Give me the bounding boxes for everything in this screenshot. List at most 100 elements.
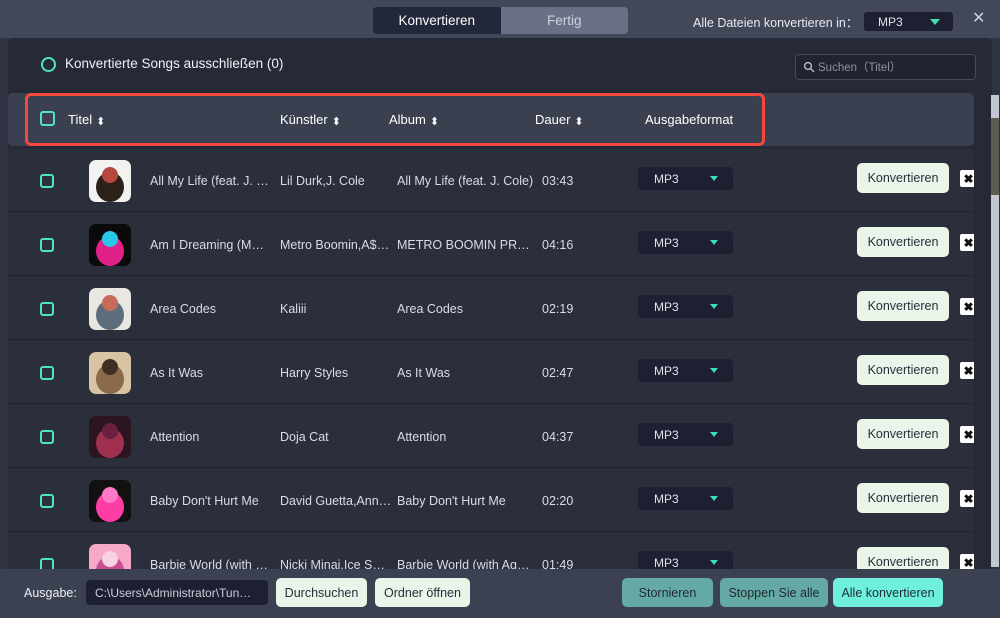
album-art <box>89 288 131 330</box>
cell-title: Barbie World (with … <box>150 558 275 569</box>
row-format-value: MP3 <box>654 492 679 506</box>
cell-album: Area Codes <box>397 302 537 316</box>
row-convert-button[interactable]: Konvertieren <box>857 483 949 513</box>
view-tabs[interactable]: Konvertieren Fertig <box>373 7 628 34</box>
output-path-value: C:\Users\Administrator\Tun… <box>95 586 251 600</box>
cell-title: Area Codes <box>150 302 275 316</box>
row-convert-button[interactable]: Konvertieren <box>857 355 949 385</box>
row-convert-button[interactable]: Konvertieren <box>857 291 949 321</box>
row-format-value: MP3 <box>654 364 679 378</box>
row-format-value: MP3 <box>654 300 679 314</box>
row-format-select[interactable]: MP3 <box>638 167 733 190</box>
cell-artist: Metro Boomin,A$… <box>280 238 390 252</box>
row-format-value: MP3 <box>654 172 679 186</box>
table-row[interactable]: As It WasHarry StylesAs It Was02:47MP3Ko… <box>8 341 974 405</box>
stop-all-button[interactable]: Stoppen Sie alle <box>720 578 828 607</box>
output-path-field[interactable]: C:\Users\Administrator\Tun… <box>86 580 268 605</box>
cell-album: All My Life (feat. J. Cole) <box>397 174 537 188</box>
output-label: Ausgabe: <box>24 586 77 600</box>
chevron-down-icon <box>710 560 718 565</box>
global-format-select[interactable]: MP3 <box>864 12 953 31</box>
cell-album: Barbie World (with Aq… <box>397 558 537 569</box>
close-icon[interactable]: ✕ <box>972 12 985 26</box>
chevron-down-icon <box>710 432 718 437</box>
table-row[interactable]: All My Life (feat. J. … Lil Durk,J. Cole A… <box>8 149 974 213</box>
row-format-value: MP3 <box>654 236 679 250</box>
cell-title: Baby Don't Hurt Me <box>150 494 275 508</box>
table-row[interactable]: Am I Dreaming (M…Metro Boomin,A$…METRO B… <box>8 213 974 277</box>
album-art <box>89 416 131 458</box>
cell-duration: 02:19 <box>542 302 602 316</box>
scrollbar-thumb[interactable] <box>991 118 999 195</box>
header-highlight-box <box>25 93 765 146</box>
row-checkbox[interactable] <box>40 238 54 252</box>
cell-duration: 02:47 <box>542 366 602 380</box>
chevron-down-icon <box>710 176 718 181</box>
cell-title: Attention <box>150 430 275 444</box>
song-list[interactable]: All My Life (feat. J. … Lil Durk,J. Cole A… <box>8 149 974 569</box>
album-art <box>89 352 131 394</box>
album-art <box>89 480 131 522</box>
row-delete-button[interactable]: ✖ <box>960 234 974 251</box>
cell-album: As It Was <box>397 366 537 380</box>
chevron-down-icon <box>930 19 940 25</box>
cell-album: Attention <box>397 430 537 444</box>
cell-duration: 04:16 <box>542 238 602 252</box>
row-format-select[interactable]: MP3 <box>638 551 733 569</box>
row-convert-button[interactable]: Konvertieren <box>857 547 949 569</box>
row-checkbox[interactable] <box>40 558 54 569</box>
cell-title: All My Life (feat. J. … <box>150 174 275 188</box>
browse-button[interactable]: Durchsuchen <box>276 578 367 607</box>
row-checkbox[interactable] <box>40 494 54 508</box>
filter-bar: Konvertierte Songs ausschließen (0) Such… <box>8 38 992 92</box>
exclude-converted-label: Konvertierte Songs ausschließen (0) <box>65 56 283 71</box>
row-convert-button[interactable]: Konvertieren <box>857 227 949 257</box>
search-placeholder: Suchen（Titel） <box>818 59 901 75</box>
row-delete-button[interactable]: ✖ <box>960 298 974 315</box>
row-checkbox[interactable] <box>40 366 54 380</box>
row-format-select[interactable]: MP3 <box>638 359 733 382</box>
row-checkbox[interactable] <box>40 174 54 188</box>
table-row[interactable]: Attention Doja Cat Attention 04:37 MP3 Konver… <box>8 405 974 469</box>
cell-artist: Lil Durk,J. Cole <box>280 174 390 188</box>
row-delete-button[interactable]: ✖ <box>960 362 974 379</box>
row-checkbox[interactable] <box>40 430 54 444</box>
tab-konvertieren[interactable]: Konvertieren <box>373 7 501 34</box>
row-delete-button[interactable]: ✖ <box>960 170 974 187</box>
convert-all-button[interactable]: Alle konvertieren <box>833 578 943 607</box>
row-convert-button[interactable]: Konvertieren <box>857 163 949 193</box>
row-checkbox[interactable] <box>40 302 54 316</box>
row-format-select[interactable]: MP3 <box>638 231 733 254</box>
cell-duration: 03:43 <box>542 174 602 188</box>
tab-fertig[interactable]: Fertig <box>501 7 629 34</box>
row-format-select[interactable]: MP3 <box>638 295 733 318</box>
row-format-value: MP3 <box>654 428 679 442</box>
cell-artist: Doja Cat <box>280 430 390 444</box>
open-folder-button[interactable]: Ordner öffnen <box>375 578 470 607</box>
convert-all-to-label: Alle Dateien konvertieren in： <box>693 12 858 31</box>
cell-duration: 02:20 <box>542 494 602 508</box>
table-row[interactable]: Baby Don't Hurt MeDavid Guetta,Ann…Baby … <box>8 469 974 533</box>
cell-title: As It Was <box>150 366 275 380</box>
album-art <box>89 160 131 202</box>
chevron-down-icon <box>710 496 718 501</box>
row-delete-button[interactable]: ✖ <box>960 554 974 569</box>
chevron-down-icon <box>710 368 718 373</box>
table-row[interactable]: Barbie World (with … Nicki Minaj,Ice S… Ba… <box>8 533 974 569</box>
album-art <box>89 224 131 266</box>
cell-duration: 01:49 <box>542 558 602 569</box>
table-row[interactable]: Area Codes Kaliii Area Codes 02:19 MP3 Konver… <box>8 277 974 341</box>
exclude-converted-radio[interactable] <box>41 57 56 72</box>
row-format-value: MP3 <box>654 556 679 570</box>
cell-duration: 04:37 <box>542 430 602 444</box>
search-input[interactable]: Suchen（Titel） <box>795 54 976 80</box>
cancel-button[interactable]: Stornieren <box>622 578 713 607</box>
row-format-select[interactable]: MP3 <box>638 487 733 510</box>
row-format-select[interactable]: MP3 <box>638 423 733 446</box>
cell-artist: Kaliii <box>280 302 390 316</box>
title-bar: Konvertieren Fertig Alle Dateien konvert… <box>0 0 1000 38</box>
row-convert-button[interactable]: Konvertieren <box>857 419 949 449</box>
row-delete-button[interactable]: ✖ <box>960 490 974 507</box>
cell-artist: Nicki Minaj,Ice S… <box>280 558 390 569</box>
row-delete-button[interactable]: ✖ <box>960 426 974 443</box>
